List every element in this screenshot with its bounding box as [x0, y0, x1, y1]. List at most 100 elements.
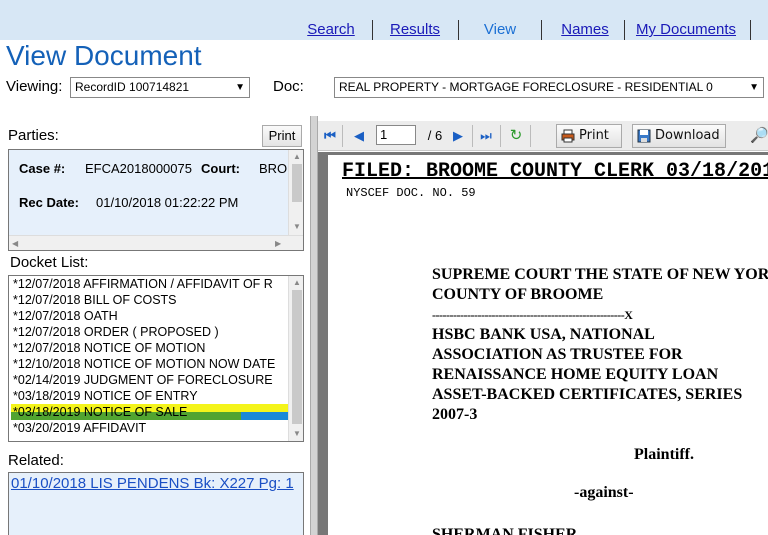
- tab-names[interactable]: Names: [556, 20, 614, 40]
- nav-separator: [750, 20, 751, 40]
- docket-item-label: *12/07/2018 OATH: [13, 309, 118, 323]
- nav-separator: [372, 20, 373, 40]
- docket-item-label: *12/10/2018 NOTICE OF MOTION NOW DATE: [13, 357, 276, 371]
- docket-item[interactable]: *12/07/2018 AFFIRMATION / AFFIDAVIT OF R: [11, 276, 289, 292]
- plaintiff-line: ASSOCIATION AS TRUSTEE FOR: [432, 346, 683, 363]
- court-label: Court:: [201, 161, 240, 176]
- county-heading: COUNTY OF BROOME: [432, 286, 604, 303]
- document-select-value: REAL PROPERTY - MORTGAGE FORECLOSURE - R…: [339, 80, 713, 94]
- page-number-input[interactable]: 1: [376, 125, 416, 145]
- docket-item[interactable]: *03/20/2019 AFFIDAVIT: [11, 420, 289, 436]
- plaintiff-line: RENAISSANCE HOME EQUITY LOAN: [432, 366, 719, 383]
- scroll-thumb[interactable]: [292, 164, 302, 202]
- docket-item[interactable]: *12/07/2018 BILL OF COSTS: [11, 292, 289, 308]
- docket-item-label: *12/07/2018 ORDER ( PROPOSED ): [13, 325, 219, 339]
- docket-list-box: *12/07/2018 AFFIRMATION / AFFIDAVIT OF R…: [8, 275, 304, 442]
- docket-item-label: *03/18/2019 NOTICE OF ENTRY: [13, 389, 198, 403]
- parties-header: Parties:: [8, 127, 59, 144]
- docket-list: *12/07/2018 AFFIRMATION / AFFIDAVIT OF R…: [11, 276, 289, 436]
- viewing-label: Viewing:: [6, 78, 63, 95]
- tab-view-link[interactable]: View: [484, 21, 516, 38]
- docket-item-label: *03/18/2019 NOTICE OF SALE: [13, 405, 188, 419]
- tab-names-link[interactable]: Names: [561, 21, 609, 38]
- next-page-icon[interactable]: ▶: [450, 125, 466, 147]
- tab-results-link[interactable]: Results: [390, 21, 440, 38]
- tab-search[interactable]: Search: [300, 20, 362, 40]
- download-button[interactable]: Download: [632, 124, 726, 148]
- tab-results[interactable]: Results: [383, 20, 447, 40]
- docket-item-label: *12/07/2018 BILL OF COSTS: [13, 293, 177, 307]
- scroll-up-icon[interactable]: ▲: [293, 278, 301, 288]
- against-text: -against-: [574, 484, 634, 501]
- toolbar-separator: [472, 125, 473, 147]
- docket-item[interactable]: *12/07/2018 OATH: [11, 308, 289, 324]
- chevron-down-icon: ▼: [749, 82, 759, 93]
- plaintiff-line: 2007-3: [432, 406, 478, 423]
- parties-print-button[interactable]: Print: [262, 125, 302, 147]
- scroll-left-icon[interactable]: ◀: [12, 239, 18, 249]
- parties-horizontal-scrollbar[interactable]: ◀ ▶: [9, 235, 303, 250]
- toolbar-separator: [342, 125, 343, 147]
- document-page: FILED: BROOME COUNTY CLERK 03/18/201 NYS…: [328, 155, 768, 535]
- filed-stamp: FILED: BROOME COUNTY CLERK 03/18/201: [342, 160, 768, 183]
- tab-search-link[interactable]: Search: [307, 21, 355, 38]
- parties-vertical-scrollbar[interactable]: ▲ ▼: [288, 150, 303, 235]
- previous-page-icon[interactable]: ◀: [352, 125, 366, 147]
- printer-icon: [561, 129, 575, 143]
- plaintiff-line: HSBC BANK USA, NATIONAL: [432, 326, 655, 343]
- docket-item[interactable]: *03/18/2019 NOTICE OF ENTRY: [11, 388, 289, 404]
- first-page-icon[interactable]: ⏮: [322, 125, 338, 147]
- doc-label: Doc:: [273, 78, 304, 95]
- related-document-link[interactable]: 01/10/2018 LIS PENDENS Bk: X227 Pg: 1: [11, 475, 294, 493]
- plaintiff-label: Plaintiff.: [634, 446, 694, 463]
- docket-item-label: *12/07/2018 AFFIRMATION / AFFIDAVIT OF R: [13, 277, 273, 291]
- page-total: / 6: [427, 128, 443, 143]
- nav-separator: [624, 20, 625, 40]
- scroll-right-icon[interactable]: ▶: [275, 239, 281, 249]
- viewer-print-button[interactable]: Print: [556, 124, 622, 148]
- related-header: Related:: [8, 452, 64, 469]
- nav-separator: [541, 20, 542, 40]
- court-heading: SUPREME COURT THE STATE OF NEW YOR: [432, 266, 768, 283]
- docket-item[interactable]: *02/14/2019 JUDGMENT OF FORECLOSURE: [11, 372, 289, 388]
- record-select-value: RecordID 100714821: [75, 80, 190, 94]
- top-nav-bar: Search Results View Names My Documents: [0, 0, 768, 40]
- nyscef-doc-number: NYSCEF DOC. NO. 59: [346, 186, 476, 200]
- rec-date-value: 01/10/2018 01:22:22 PM: [96, 195, 239, 210]
- docket-item[interactable]: *12/07/2018 ORDER ( PROPOSED ): [11, 324, 289, 340]
- parties-box: Case #: EFCA2018000075 Court: BRO Rec Da…: [8, 149, 304, 251]
- viewer-print-label: Print: [579, 128, 609, 143]
- last-page-icon[interactable]: ⏭: [478, 125, 494, 147]
- document-select[interactable]: REAL PROPERTY - MORTGAGE FORECLOSURE - R…: [334, 77, 764, 98]
- download-label: Download: [655, 128, 720, 143]
- tab-view[interactable]: View: [472, 20, 528, 40]
- case-value: EFCA2018000075: [85, 161, 192, 176]
- record-select[interactable]: RecordID 100714821 ▼: [70, 77, 250, 98]
- docket-vertical-scrollbar[interactable]: ▲ ▼: [288, 276, 303, 441]
- zoom-icon[interactable]: 🔎: [750, 125, 768, 147]
- refresh-icon[interactable]: ↻: [508, 125, 524, 147]
- defendant-name: SHERMAN FISHER: [432, 526, 578, 535]
- page-title: View Document: [6, 40, 202, 71]
- highlight-mark: [241, 412, 289, 420]
- chevron-down-icon: ▼: [235, 82, 245, 93]
- docket-item-label: *02/14/2019 JUDGMENT OF FORECLOSURE: [13, 373, 273, 387]
- tab-my-documents[interactable]: My Documents: [630, 20, 742, 40]
- tab-my-documents-link[interactable]: My Documents: [636, 21, 736, 38]
- scroll-down-icon[interactable]: ▼: [293, 429, 301, 439]
- docket-item-label: *03/20/2019 AFFIDAVIT: [13, 421, 147, 435]
- panel-splitter[interactable]: [310, 116, 318, 535]
- toolbar-separator: [530, 125, 531, 147]
- docket-header: Docket List:: [10, 254, 89, 271]
- docket-item-selected[interactable]: *03/18/2019 NOTICE OF SALE: [11, 404, 289, 420]
- case-label: Case #:: [19, 161, 66, 176]
- plaintiff-line: ASSET-BACKED CERTIFICATES, SERIES: [432, 386, 743, 403]
- caption-divider: ----------------------------------------…: [432, 308, 633, 322]
- scroll-thumb[interactable]: [292, 290, 302, 424]
- docket-item[interactable]: *12/10/2018 NOTICE OF MOTION NOW DATE: [11, 356, 289, 372]
- docket-item[interactable]: *12/07/2018 NOTICE OF MOTION: [11, 340, 289, 356]
- court-value: BRO: [259, 161, 288, 176]
- rec-date-label: Rec Date:: [19, 195, 79, 210]
- scroll-down-icon[interactable]: ▼: [293, 222, 301, 232]
- scroll-up-icon[interactable]: ▲: [293, 152, 301, 162]
